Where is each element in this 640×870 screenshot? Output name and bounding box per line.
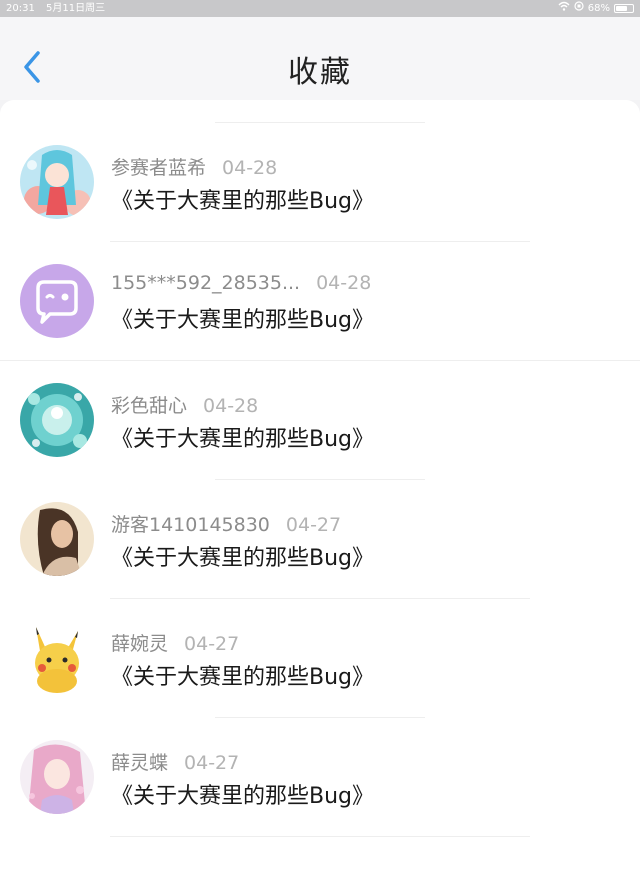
favorite-item[interactable]: 游客1410145830 04-27 《关于大赛里的那些Bug》 bbox=[0, 480, 640, 598]
navigation-bar: 收藏 bbox=[0, 17, 640, 100]
user-avatar[interactable] bbox=[20, 145, 94, 219]
favorite-item[interactable]: 薛灵蝶 04-27 《关于大赛里的那些Bug》 bbox=[0, 718, 640, 836]
user-avatar[interactable] bbox=[20, 740, 94, 814]
status-time: 20:31 bbox=[6, 3, 35, 14]
status-bar: 20:31 5月11日周三 68% bbox=[0, 0, 640, 17]
favorites-list: 参赛者蓝希 04-28 《关于大赛里的那些Bug》 155***592_28535… bbox=[0, 100, 640, 870]
favorite-date: 04-28 bbox=[222, 157, 278, 179]
favorite-date: 04-27 bbox=[184, 752, 240, 774]
article-title[interactable]: 《关于大赛里的那些Bug》 bbox=[111, 659, 374, 691]
favorite-date: 04-27 bbox=[285, 514, 342, 536]
username: 155***592_28535... bbox=[111, 272, 301, 294]
favorite-date: 04-28 bbox=[203, 395, 259, 417]
page-title: 收藏 bbox=[288, 55, 352, 90]
article-title[interactable]: 《关于大赛里的那些Bug》 bbox=[111, 540, 374, 572]
favorite-item[interactable]: 彩色甜心 04-28 《关于大赛里的那些Bug》 bbox=[0, 361, 640, 479]
battery-level-fill bbox=[616, 6, 627, 11]
status-date: 5月11日周三 bbox=[46, 3, 106, 14]
username: 游客1410145830 bbox=[111, 514, 270, 536]
user-avatar[interactable] bbox=[20, 383, 94, 457]
username: 薛婉灵 bbox=[111, 633, 169, 655]
battery-icon bbox=[614, 4, 634, 13]
username: 薛灵蝶 bbox=[111, 752, 169, 774]
favorite-item[interactable]: 薛婉灵 04-27 《关于大赛里的那些Bug》 bbox=[0, 599, 640, 717]
username: 参赛者蓝希 bbox=[111, 157, 207, 179]
favorite-date: 04-28 bbox=[316, 272, 372, 294]
favorite-date: 04-27 bbox=[184, 633, 240, 655]
article-title[interactable]: 《关于大赛里的那些Bug》 bbox=[111, 778, 374, 810]
article-title[interactable]: 《关于大赛里的那些Bug》 bbox=[111, 302, 374, 334]
user-avatar[interactable] bbox=[20, 502, 94, 576]
user-avatar[interactable] bbox=[20, 264, 94, 338]
username: 彩色甜心 bbox=[111, 395, 188, 417]
article-title[interactable]: 《关于大赛里的那些Bug》 bbox=[111, 421, 374, 453]
user-avatar[interactable] bbox=[20, 621, 94, 695]
battery-percent: 68% bbox=[587, 3, 610, 14]
article-title[interactable]: 《关于大赛里的那些Bug》 bbox=[111, 183, 374, 215]
list-divider bbox=[110, 836, 530, 837]
wifi-icon bbox=[558, 0, 570, 17]
favorite-item[interactable]: 155***592_28535... 04-28 《关于大赛里的那些Bug》 bbox=[0, 242, 640, 360]
favorite-item[interactable]: 参赛者蓝希 04-28 《关于大赛里的那些Bug》 bbox=[0, 123, 640, 241]
orientation-lock-icon bbox=[574, 0, 584, 17]
